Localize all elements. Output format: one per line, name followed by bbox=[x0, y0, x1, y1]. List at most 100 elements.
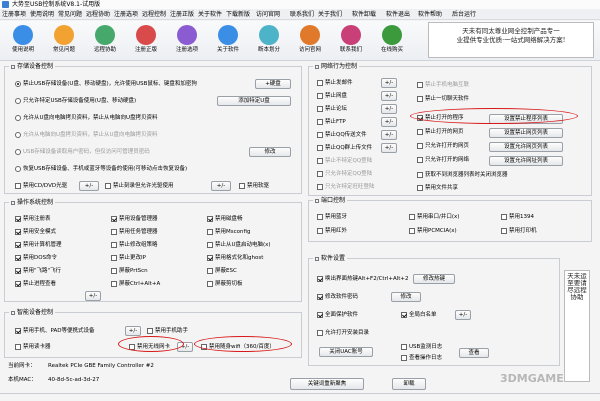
network-option[interactable]: 只允许打开的网络 bbox=[417, 156, 469, 164]
menu-item[interactable]: 联系我们 bbox=[290, 11, 314, 18]
toolbar-button[interactable]: 访问官网 bbox=[293, 23, 327, 59]
checkbox-icon[interactable] bbox=[417, 95, 423, 102]
os-option[interactable]: 禁用格式化和ghost bbox=[207, 254, 263, 262]
network-option[interactable]: 只允许打开的网页 bbox=[417, 142, 469, 150]
checkbox-icon[interactable] bbox=[15, 215, 21, 222]
allow-url-list-button[interactable]: 设置允许网址列表 bbox=[489, 156, 563, 166]
close-uac-button[interactable]: 关闭UAC账号 bbox=[319, 347, 373, 357]
storage-option-5[interactable]: USB存储设备读取用户密码，但仅访问可管理员密码 bbox=[15, 148, 150, 156]
os-option[interactable]: 禁止更改IP bbox=[111, 254, 146, 262]
os-option[interactable]: 禁用安全模式 bbox=[15, 228, 56, 236]
toolbar-button[interactable]: 关于软件 bbox=[211, 23, 245, 59]
uninstall-button[interactable]: 卸载 bbox=[392, 378, 426, 390]
os-option[interactable]: 禁用Msconfig bbox=[207, 228, 250, 236]
os-option[interactable]: 屏蔽剪切板 bbox=[207, 280, 243, 288]
radio-icon[interactable] bbox=[15, 80, 21, 87]
os-option[interactable]: 禁用磁盘畅 bbox=[207, 215, 243, 223]
toolbar-button[interactable]: 联系我们 bbox=[334, 23, 368, 59]
checkbox-icon[interactable] bbox=[15, 267, 21, 274]
checkbox-icon[interactable] bbox=[501, 227, 507, 234]
port-option[interactable]: 禁用PCMCIA(x) bbox=[409, 227, 457, 235]
disk-button[interactable]: +硬盘 bbox=[255, 79, 291, 89]
checkbox-icon[interactable] bbox=[15, 241, 21, 248]
burn-checkbox[interactable]: 禁止刻录但允许光驱使用 bbox=[105, 182, 174, 190]
usb-log-checkbox[interactable]: USB监测日志 bbox=[401, 343, 442, 351]
network-option[interactable]: 禁止网盘 bbox=[317, 92, 347, 100]
checkbox-icon[interactable] bbox=[317, 275, 323, 282]
menu-item[interactable]: 访问官网 bbox=[256, 11, 280, 18]
view-log-button[interactable]: 查看 bbox=[459, 348, 489, 358]
toolbar-button[interactable]: 使用说明 bbox=[6, 23, 40, 59]
menu-item[interactable]: 软件帮助 bbox=[418, 11, 442, 18]
checkbox-icon[interactable] bbox=[15, 228, 21, 235]
storage-option-2[interactable]: 只允许特定USB存储设备使用(U盘、移动硬盘) bbox=[15, 97, 136, 105]
whitelist-checkbox[interactable]: 全局白名单 bbox=[401, 311, 437, 319]
menu-item[interactable]: 注册正版 bbox=[170, 11, 194, 18]
collapse-icon[interactable] bbox=[315, 256, 319, 261]
checkbox-icon[interactable] bbox=[207, 215, 213, 222]
checkbox-icon[interactable] bbox=[239, 182, 245, 189]
checkbox-icon[interactable] bbox=[317, 118, 323, 125]
network-option[interactable]: 禁用文件共享 bbox=[417, 184, 458, 192]
toolbar-button[interactable]: 注册正版 bbox=[129, 23, 163, 59]
os-option[interactable]: 禁止从U盘启动电脑(x) bbox=[207, 241, 271, 249]
edit-hotkey-button[interactable]: 修改热键 bbox=[413, 274, 455, 284]
network-option[interactable]: 禁止手机电脑互联 bbox=[417, 81, 469, 89]
collapse-icon[interactable] bbox=[315, 64, 319, 69]
os-option[interactable]: 禁用计算机管理 bbox=[15, 241, 62, 249]
network-plusminus-button[interactable]: +/- bbox=[381, 91, 397, 101]
network-option[interactable]: 只允许特定旺旺登陆 bbox=[317, 183, 375, 191]
checkbox-icon[interactable] bbox=[207, 228, 213, 235]
checkbox-icon[interactable] bbox=[15, 343, 21, 350]
os-option[interactable]: 禁用DOS命令 bbox=[15, 254, 57, 262]
checkbox-icon[interactable] bbox=[111, 254, 117, 261]
radio-icon[interactable] bbox=[15, 97, 21, 104]
checkbox-icon[interactable] bbox=[401, 343, 407, 350]
tamper-checkbox[interactable]: 全面保护软件 bbox=[317, 311, 358, 319]
menu-item[interactable]: 远程控制 bbox=[142, 11, 166, 18]
os-option[interactable]: 屏蔽ESC bbox=[207, 267, 237, 275]
menu-item[interactable]: 后台运行 bbox=[452, 11, 476, 18]
edit-password-button[interactable]: 修改 bbox=[391, 292, 421, 302]
checkbox-icon[interactable] bbox=[207, 280, 213, 287]
checkbox-icon[interactable] bbox=[207, 254, 213, 261]
port-option[interactable]: 禁用打印机 bbox=[501, 227, 537, 235]
checkbox-icon[interactable] bbox=[15, 280, 21, 287]
checkbox-icon[interactable] bbox=[147, 327, 153, 334]
port-option[interactable]: 禁用串口/并口(x) bbox=[409, 213, 459, 221]
collapse-icon[interactable] bbox=[315, 198, 319, 203]
edit-button[interactable]: 修改 bbox=[249, 147, 291, 157]
menu-item[interactable]: 注册选项 bbox=[114, 11, 138, 18]
checkbox-icon[interactable] bbox=[207, 241, 213, 248]
checkbox-icon[interactable] bbox=[317, 311, 323, 318]
os-option[interactable]: 屏蔽PrtScn bbox=[111, 267, 148, 275]
radio-icon[interactable] bbox=[15, 114, 21, 121]
cd-dvd-checkbox[interactable]: 禁用CD/DVD光驱 bbox=[15, 182, 67, 190]
allow-web-list-button[interactable]: 设置允许网页列表 bbox=[489, 142, 563, 152]
os-option[interactable]: 禁止进程查看 bbox=[15, 280, 56, 288]
menu-item[interactable]: 软件卸载 bbox=[352, 11, 376, 18]
storage-option-6[interactable]: 恢复USB存储设备、手机或蓝牙等设备的使用(可移动点击恢复设备) bbox=[15, 165, 187, 173]
network-plusminus-button[interactable]: +/- bbox=[381, 78, 397, 88]
checkbox-icon[interactable] bbox=[401, 311, 407, 318]
block-web-list-button[interactable]: 设置禁止网页列表 bbox=[489, 128, 563, 138]
toolbar-button[interactable]: 断本划分 bbox=[252, 23, 286, 59]
os-plusminus-button[interactable]: +/- bbox=[85, 291, 101, 301]
port-option[interactable]: 禁用蓝牙 bbox=[317, 213, 347, 221]
toolbar-button[interactable]: 远程协助 bbox=[88, 23, 122, 59]
add-usb-button[interactable]: 添加特定U盘 bbox=[217, 96, 291, 106]
checkbox-icon[interactable] bbox=[317, 131, 323, 138]
network-plusminus-button[interactable]: +/- bbox=[381, 130, 397, 140]
menu-item[interactable]: 关于软件 bbox=[198, 11, 222, 18]
checkbox-icon[interactable] bbox=[111, 267, 117, 274]
network-option[interactable]: 禁止一切聊天软件 bbox=[417, 95, 469, 103]
network-plusminus-button[interactable]: +/- bbox=[381, 143, 397, 153]
collapse-icon[interactable] bbox=[11, 64, 15, 69]
network-plusminus-button[interactable]: +/- bbox=[381, 104, 397, 114]
network-option[interactable]: 禁止发邮件 bbox=[317, 79, 353, 87]
checkbox-icon[interactable] bbox=[15, 327, 21, 334]
burn-plusminus-button[interactable]: +/- bbox=[211, 181, 231, 191]
os-option[interactable]: 屏蔽Ctrl+Alt+A bbox=[111, 280, 160, 288]
cd-plusminus-button[interactable]: +/- bbox=[79, 181, 99, 191]
phone-pad-checkbox[interactable]: 禁用手机、PAD等便携式设备 bbox=[15, 327, 94, 335]
